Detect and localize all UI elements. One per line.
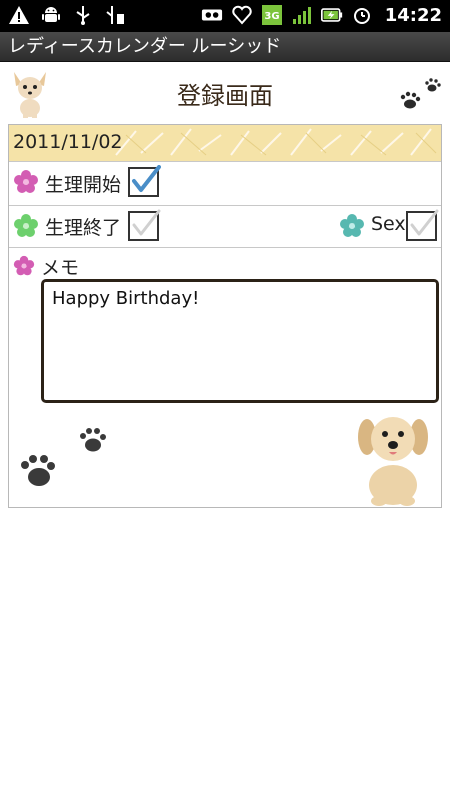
period-start-label: 生理開始: [45, 174, 122, 196]
alarm-icon: [351, 4, 373, 26]
decorative-pattern: [115, 128, 437, 156]
status-bar: 3G 14:22: [0, 0, 450, 32]
date-display[interactable]: 2011/11/02: [13, 131, 123, 153]
period-end-row: 生理終了 Sex: [9, 205, 441, 248]
sex-checkbox[interactable]: [405, 209, 439, 243]
heart-sync-icon: [231, 4, 253, 26]
memo-input[interactable]: Happy Birthday!: [41, 279, 439, 403]
memo-text: Happy Birthday!: [52, 288, 200, 309]
battery-charging-icon: [320, 4, 343, 26]
app-title-bar: レディースカレンダー ルーシッド: [0, 32, 450, 62]
voicemail-icon: [201, 4, 223, 26]
screen-header: 登録画面: [0, 62, 450, 122]
page-title: 登録画面: [177, 82, 273, 110]
network-label: 3G: [264, 11, 279, 22]
signal-icon: [291, 4, 313, 26]
sex-label: Sex: [371, 213, 406, 235]
paw-prints-icon: [400, 78, 441, 109]
network-3g-icon: 3G: [261, 4, 283, 26]
period-start-checkbox[interactable]: [127, 165, 161, 199]
period-end-checkbox[interactable]: [127, 209, 161, 243]
pink-flower-icon: [13, 255, 35, 276]
teal-flower-icon: [340, 214, 364, 237]
android-icon: [40, 4, 62, 26]
green-flower-icon: [14, 214, 38, 237]
pink-flower-icon: [14, 170, 38, 193]
puppy-icon: [358, 417, 428, 506]
app-title: レディースカレンダー ルーシッド: [8, 36, 282, 57]
memo-label: メモ: [41, 257, 80, 279]
paw-prints-icon: [21, 428, 106, 486]
registration-card: 2011/11/02 生理開始 生理終了 Sex メモ Happy Birthd…: [8, 124, 442, 508]
usb-debug-icon: [104, 4, 126, 26]
date-row: 2011/11/02: [9, 125, 441, 162]
usb-icon: [72, 4, 94, 26]
period-start-row: 生理開始: [9, 161, 441, 206]
status-time: 14:22: [384, 4, 442, 26]
period-end-label: 生理終了: [45, 217, 122, 239]
warning-icon: [8, 4, 30, 26]
